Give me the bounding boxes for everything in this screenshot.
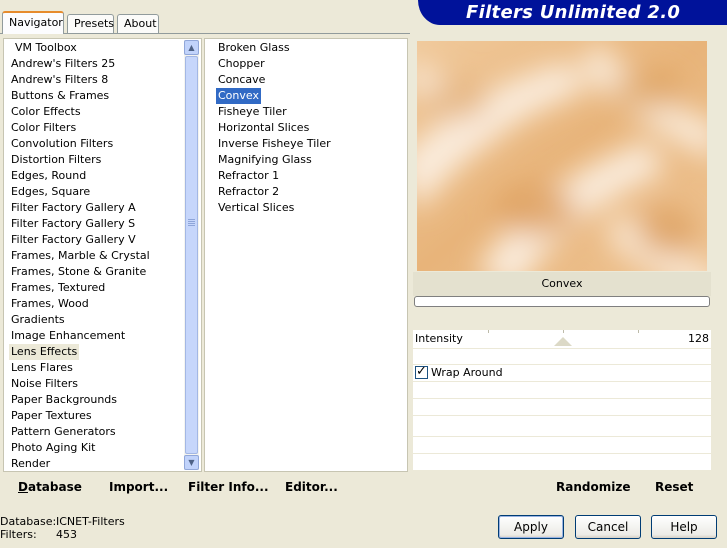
category-item[interactable]: Image Enhancement — [9, 328, 127, 344]
scrollbar-thumb[interactable] — [185, 56, 198, 454]
filter-item[interactable]: Refractor 2 — [216, 184, 281, 200]
category-item[interactable]: Render — [9, 456, 52, 472]
filter-item[interactable]: Chopper — [216, 56, 267, 72]
scrollbar-grip-line — [188, 221, 195, 222]
filter-item[interactable]: Horizontal Slices — [216, 120, 311, 136]
database-button[interactable]: Database — [18, 480, 82, 496]
import-button-label: Import... — [109, 480, 169, 494]
category-item[interactable]: Edges, Square — [9, 184, 92, 200]
category-item[interactable]: Paper Textures — [9, 408, 94, 424]
progress-bar — [414, 296, 710, 307]
tab-navigator[interactable]: Navigator — [2, 11, 64, 34]
category-item[interactable]: Noise Filters — [9, 376, 80, 392]
database-info-label: Database: — [0, 515, 57, 528]
filter-name-label: Convex — [413, 272, 711, 296]
slider-tick — [638, 330, 639, 333]
randomize-button[interactable]: Randomize — [556, 480, 630, 496]
category-item[interactable]: Color Filters — [9, 120, 78, 136]
scrollbar-grip-line — [188, 223, 195, 224]
category-item[interactable]: Pattern Generators — [9, 424, 118, 440]
editor-button[interactable]: Editor... — [285, 480, 338, 496]
category-item[interactable]: Frames, Marble & Crystal — [9, 248, 152, 264]
chevron-down-icon: ▼ — [188, 458, 195, 467]
preview-image[interactable] — [417, 41, 707, 271]
cancel-button[interactable]: Cancel — [575, 515, 641, 539]
filter-item[interactable]: Broken Glass — [216, 40, 292, 56]
category-item[interactable]: Lens Flares — [9, 360, 75, 376]
category-item[interactable]: VM Toolbox — [13, 40, 79, 56]
tab-presets[interactable]: Presets — [67, 14, 114, 33]
category-item[interactable]: Photo Aging Kit — [9, 440, 97, 456]
database-mnemonic: D — [18, 480, 28, 494]
filters-count-label: Filters: — [0, 528, 37, 541]
param-row-empty — [413, 437, 711, 453]
scrollbar-grip-line — [188, 225, 195, 226]
category-item[interactable]: Distortion Filters — [9, 152, 103, 168]
preview-image-art — [417, 41, 707, 271]
intensity-value: 128 — [688, 332, 709, 345]
category-item[interactable]: Filter Factory Gallery A — [9, 200, 138, 216]
param-row-empty — [413, 399, 711, 415]
category-item[interactable]: Frames, Textured — [9, 280, 107, 296]
tab-about[interactable]: About — [117, 14, 159, 33]
slider-tick — [488, 330, 489, 333]
scrollbar-grip-line — [188, 219, 195, 220]
param-row-empty — [413, 382, 711, 398]
category-list[interactable]: VM Toolbox Andrew's Filters 25 Andrew's Fi… — [3, 38, 202, 472]
filter-info-button-label: Filter Info... — [188, 480, 269, 494]
import-button[interactable]: Import... — [109, 480, 168, 496]
filter-item[interactable]: Vertical Slices — [216, 200, 296, 216]
category-item[interactable]: Filter Factory Gallery V — [9, 232, 138, 248]
database-button-rest: atabase — [27, 480, 82, 494]
category-item[interactable]: Buttons & Frames — [9, 88, 111, 104]
category-item[interactable]: Paper Backgrounds — [9, 392, 119, 408]
checkmark-icon: ✓ — [416, 364, 427, 379]
category-item[interactable]: Gradients — [9, 312, 67, 328]
intensity-slider-thumb[interactable] — [553, 337, 572, 346]
wrap-around-checkbox[interactable]: ✓ — [415, 364, 428, 379]
category-item[interactable]: Filter Factory Gallery S — [9, 216, 137, 232]
category-item[interactable]: Frames, Stone & Granite — [9, 264, 148, 280]
chevron-up-icon: ▲ — [188, 43, 195, 52]
randomize-button-label: Randomize — [556, 480, 631, 494]
filter-item[interactable]: Concave — [216, 72, 267, 88]
editor-button-label: Editor... — [285, 480, 338, 494]
filter-item[interactable]: Fisheye Tiler — [216, 104, 289, 120]
param-row-empty — [413, 416, 711, 436]
slider-tick — [563, 330, 564, 333]
category-item[interactable]: Andrew's Filters 25 — [9, 56, 117, 72]
filter-item[interactable]: Convex — [216, 88, 261, 104]
category-item[interactable]: Edges, Round — [9, 168, 88, 184]
category-item[interactable]: Frames, Wood — [9, 296, 91, 312]
filters-count-value: 453 — [56, 528, 77, 541]
scroll-up-button[interactable]: ▲ — [184, 40, 199, 55]
category-item[interactable]: Convolution Filters — [9, 136, 115, 152]
intensity-row[interactable]: Intensity 128 — [413, 330, 711, 348]
param-row-empty — [413, 454, 711, 470]
apply-button[interactable]: Apply — [498, 515, 564, 539]
app-title: Filters Unlimited 2.0 — [466, 2, 681, 23]
category-item[interactable]: Color Effects — [9, 104, 83, 120]
wrap-around-label: Wrap Around — [431, 366, 503, 379]
reset-button-label: Reset — [655, 480, 694, 494]
reset-button[interactable]: Reset — [655, 480, 693, 496]
scroll-down-button[interactable]: ▼ — [184, 455, 199, 470]
filter-list[interactable]: Broken Glass Chopper Concave Convex Fisheye … — [204, 38, 408, 472]
category-item[interactable]: Andrew's Filters 8 — [9, 72, 110, 88]
param-row-empty — [413, 349, 711, 364]
category-item[interactable]: Lens Effects — [9, 344, 80, 360]
filter-info-button[interactable]: Filter Info... — [188, 480, 269, 496]
filter-item[interactable]: Inverse Fisheye Tiler — [216, 136, 333, 152]
help-button[interactable]: Help — [651, 515, 717, 539]
filter-item[interactable]: Refractor 1 — [216, 168, 281, 184]
database-info-value: ICNET-Filters — [56, 515, 125, 528]
intensity-label: Intensity — [415, 332, 463, 345]
filter-item[interactable]: Magnifying Glass — [216, 152, 314, 168]
